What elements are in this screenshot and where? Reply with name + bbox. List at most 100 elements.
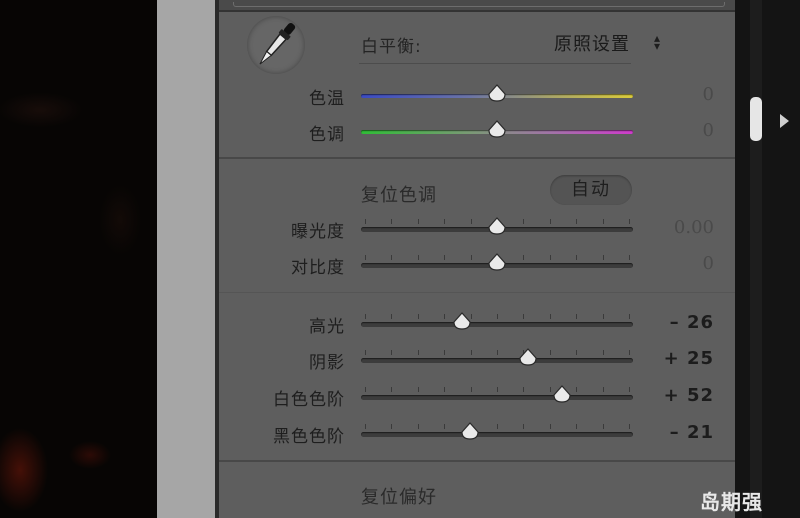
slider-tick (549, 219, 551, 224)
slider-tick (365, 219, 366, 224)
slider-tick (602, 314, 604, 319)
eyedropper-icon (259, 22, 296, 65)
slider-thumb[interactable] (487, 84, 507, 102)
slider-thumb[interactable] (452, 312, 472, 330)
slider-value[interactable]: – 26 (639, 312, 714, 333)
slider-label: 白色色阶 (273, 390, 345, 410)
slider-tick (391, 219, 393, 224)
slider-value[interactable]: + 52 (639, 385, 714, 406)
slider-tick (391, 350, 393, 355)
slider-tick (523, 387, 525, 392)
white-balance-dropdown[interactable]: 原照设置 (554, 30, 630, 56)
slider-tick (523, 219, 525, 224)
slider-tick (629, 350, 630, 355)
slider-tick (365, 424, 366, 429)
collapse-panel-arrow-icon[interactable] (780, 114, 789, 128)
white-balance-underline (359, 63, 631, 64)
slider-value[interactable]: – 21 (639, 422, 714, 443)
scrollbar-track[interactable] (750, 0, 762, 518)
slider-tick (497, 314, 498, 319)
slider-label: 阴影 (309, 353, 345, 373)
slider-tick (470, 387, 472, 392)
slider-label: 黑色色阶 (273, 427, 345, 447)
slider-label: 色温 (309, 89, 345, 109)
slider-tick (549, 387, 551, 392)
reset-tone-button[interactable]: 复位色调 (361, 181, 437, 207)
slider-thumb[interactable] (552, 385, 572, 403)
slider-tick (576, 387, 578, 392)
slider-track[interactable] (361, 395, 633, 400)
slider-tick (365, 314, 366, 319)
slider-tick (549, 350, 551, 355)
slider-label: 色调 (309, 125, 345, 145)
slider-tick (576, 314, 578, 319)
auto-tone-button[interactable]: 自动 (550, 175, 632, 205)
slider-tick (391, 255, 393, 260)
scroll-column (735, 0, 800, 518)
slider-tick (365, 350, 366, 355)
white-balance-label: 白平衡: (361, 37, 422, 57)
panel-top-strip (219, 0, 735, 12)
slider-label: 高光 (309, 317, 345, 337)
slider-tick (470, 350, 472, 355)
slider-ticks (365, 350, 630, 356)
slider-tick (602, 219, 604, 224)
reset-presence-button[interactable]: 复位偏好 (361, 483, 437, 509)
slider-thumb[interactable] (487, 253, 507, 271)
slider-tick (497, 424, 498, 429)
updown-chevron-icon[interactable]: ▴ ▾ (654, 32, 660, 52)
slider-tick (417, 314, 419, 319)
slider-tick (549, 255, 551, 260)
slider-tick (602, 255, 604, 260)
watermark: 岛期强 (700, 490, 763, 514)
slider-tick (629, 387, 630, 392)
slider-tick (576, 424, 578, 429)
slider-ticks (365, 424, 630, 430)
section-divider (219, 157, 735, 159)
basic-develop-panel: 白平衡: 原照设置 ▴ ▾ 复位色调 自动 复位偏好 色温 0 色调 0 曝光度 0.00 对… (219, 0, 735, 518)
slider-value[interactable]: 0.00 (639, 217, 714, 238)
slider-tick (391, 387, 393, 392)
slider-value[interactable]: 0 (639, 120, 714, 141)
slider-tick (444, 350, 446, 355)
slider-ticks (365, 314, 630, 320)
slider-tick (391, 314, 393, 319)
slider-tick (549, 424, 551, 429)
section-divider (219, 460, 735, 462)
slider-tick (444, 219, 446, 224)
slider-tick (365, 387, 366, 392)
slider-tick (365, 255, 366, 260)
slider-tick (602, 350, 604, 355)
slider-tick (444, 424, 446, 429)
slider-tick (602, 387, 604, 392)
slider-tick (576, 350, 578, 355)
scrollbar-thumb[interactable] (750, 97, 762, 141)
panel-gutter (157, 0, 215, 518)
slider-tick (444, 314, 446, 319)
slider-label: 对比度 (291, 258, 345, 278)
slider-tick (470, 255, 472, 260)
slider-tick (629, 219, 630, 224)
slider-thumb[interactable] (487, 217, 507, 235)
slider-tick (417, 424, 419, 429)
slider-track[interactable] (361, 432, 633, 437)
slider-tick (576, 255, 578, 260)
slider-tick (497, 350, 498, 355)
slider-track[interactable] (361, 322, 633, 327)
slider-tick (523, 314, 525, 319)
slider-tick (523, 255, 525, 260)
slider-thumb[interactable] (460, 422, 480, 440)
slider-tick (391, 424, 393, 429)
white-balance-selector[interactable] (247, 16, 305, 74)
slider-tick (470, 219, 472, 224)
slider-value[interactable]: 0 (639, 253, 714, 274)
slider-tick (417, 387, 419, 392)
slider-tick (444, 255, 446, 260)
slider-thumb[interactable] (518, 348, 538, 366)
slider-value[interactable]: + 25 (639, 348, 714, 369)
slider-track[interactable] (361, 358, 633, 363)
slider-label: 曝光度 (291, 222, 345, 242)
slider-tick (576, 219, 578, 224)
slider-thumb[interactable] (487, 120, 507, 138)
slider-value[interactable]: 0 (639, 84, 714, 105)
